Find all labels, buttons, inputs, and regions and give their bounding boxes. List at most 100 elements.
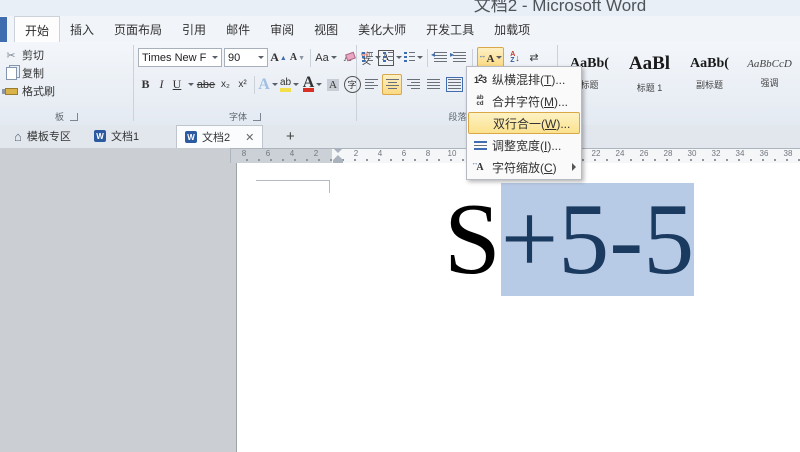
chevron-down-icon [496, 56, 503, 59]
clear-formatting-button[interactable]: A [339, 48, 356, 67]
align-right-button[interactable] [404, 75, 422, 94]
asian-layout-menu: 123 纵横混排(T)... ab cd 合并字符(M)... 双行合一(W)... 调整宽… [466, 66, 582, 180]
ribbon-tab-7[interactable]: 视图 [304, 16, 348, 42]
document-tab-3[interactable]: W 文档2 ✕ [176, 125, 264, 148]
document-tab-label: 文档2 [202, 132, 231, 144]
bullets-button[interactable] [362, 48, 381, 67]
ruler-number: 4 [289, 149, 295, 158]
numbering-button[interactable] [383, 48, 402, 67]
ribbon-tab-6[interactable]: 审阅 [260, 16, 304, 42]
style-chip[interactable]: AaBl 标题 1 [622, 46, 677, 100]
shrink-font-button[interactable]: A ▼ [289, 48, 306, 67]
dialog-launcher-icon[interactable] [253, 113, 261, 121]
ruler-number: 22 [591, 149, 601, 158]
style-preview: AaBb( [690, 55, 729, 71]
underline-button[interactable]: U [170, 75, 184, 94]
change-case-button[interactable]: Aa [315, 48, 337, 67]
selected-text[interactable]: +5-5 [500, 183, 695, 296]
distribute-button[interactable] [444, 75, 464, 94]
menu-item-2[interactable]: ab cd 合并字符(M)... [468, 90, 580, 112]
ruler-number: 36 [759, 149, 769, 158]
style-label: 标题 1 [636, 82, 663, 93]
asian-layout-icon: ↔A [478, 50, 495, 65]
ruler-number: 38 [783, 149, 793, 158]
copy-label: 复制 [22, 68, 44, 80]
character-shading-icon: A [327, 78, 339, 91]
document-tab-1[interactable]: ⌂ 模板专区 [6, 125, 79, 147]
bullet-list-icon [362, 52, 373, 63]
align-center-icon [385, 79, 399, 90]
format-painter-button[interactable]: 格式刷 [4, 83, 55, 99]
text-highlight-button[interactable]: ab [279, 75, 300, 94]
show-marks-button[interactable]: ⇄ [526, 48, 542, 67]
ribbon-tab-8[interactable]: 美化大师 [348, 16, 416, 42]
down-arrow-icon: ▼ [298, 53, 306, 62]
clipboard-group-label: 板 [0, 110, 133, 123]
document-tab-bar: ⌂ 模板专区 W 文档1 W 文档2 ✕ + [0, 125, 800, 149]
menu-item-3[interactable]: 双行合一(W)... [468, 112, 580, 134]
font-color-button[interactable]: A [302, 75, 323, 94]
ruler-number: 6 [265, 149, 271, 158]
superscript-button[interactable]: x² [235, 75, 250, 94]
new-tab-button[interactable]: + [286, 125, 295, 147]
numbered-list-icon [383, 52, 394, 63]
text-effects-button[interactable]: A [258, 75, 278, 94]
copy-button[interactable]: 复制 [4, 65, 44, 81]
chevron-down-icon [330, 56, 337, 59]
dialog-launcher-icon[interactable] [70, 113, 78, 121]
increase-indent-button[interactable]: ▸ [450, 48, 468, 67]
bold-button[interactable]: B [138, 75, 153, 94]
menu-item-4[interactable]: 调整宽度(I)... [468, 134, 580, 156]
italic-button[interactable]: I [155, 75, 168, 94]
font-group-label: 字体 [134, 110, 356, 123]
document-tab-label: 文档1 [111, 131, 140, 143]
align-left-button[interactable] [362, 75, 380, 94]
ribbon-tab-10[interactable]: 加载项 [484, 16, 540, 42]
first-line-indent-marker[interactable] [333, 148, 343, 153]
multilevel-list-button[interactable] [404, 48, 423, 67]
chevron-down-icon[interactable] [188, 83, 194, 86]
cut-button[interactable]: ✂ 剪切 [4, 47, 44, 63]
ribbon-tab-3[interactable]: 页面布局 [104, 16, 172, 42]
asian-layout-button[interactable]: ↔A [477, 47, 504, 68]
menu-item-label: 字符缩放(C) [492, 160, 557, 175]
justify-icon [426, 79, 440, 90]
font-color-icon: A [302, 74, 315, 92]
strikethrough-button[interactable]: abe [196, 75, 216, 94]
document-page[interactable]: S+5-5 [236, 163, 800, 452]
grow-font-button[interactable]: A ▲ [270, 48, 287, 67]
menu-item-label: 纵横混排(T)... [492, 72, 566, 87]
close-icon[interactable]: ✕ [245, 131, 254, 144]
font-family-combo[interactable]: Times New F [138, 48, 222, 67]
style-label: 强调 [760, 77, 779, 88]
sort-button[interactable]: AZ ↓ [506, 48, 524, 67]
justify-button[interactable] [424, 75, 442, 94]
menu-item-1[interactable]: 123 纵横混排(T)... [468, 68, 580, 90]
vertical-text-icon: 123 [473, 73, 487, 85]
style-preview: AaBl [628, 52, 671, 74]
style-chip[interactable]: AaBb(副标题 [682, 46, 737, 100]
eraser-icon: A [343, 51, 352, 64]
ribbon-tab-2[interactable]: 插入 [60, 16, 104, 42]
style-preview: AaBbCcD [747, 57, 792, 70]
decrease-indent-button[interactable]: ◂ [431, 48, 449, 67]
ribbon-tab-4[interactable]: 引用 [172, 16, 216, 42]
indent-markers[interactable] [333, 148, 343, 163]
align-center-button[interactable] [382, 74, 402, 95]
menu-item-5[interactable]: ↔ A 字符缩放(C) [468, 156, 580, 178]
file-menu-fragment[interactable] [0, 17, 7, 42]
align-left-icon [364, 79, 378, 90]
ruler-number: 6 [401, 149, 407, 158]
ruler-number: 28 [663, 149, 673, 158]
style-chip[interactable]: AaBbCcD 强调 [742, 46, 797, 100]
ruler-number: 26 [639, 149, 649, 158]
font-size-combo[interactable]: 90 [224, 48, 268, 67]
character-shading-button[interactable]: A [325, 75, 341, 94]
document-tab-2[interactable]: W 文档1 [86, 125, 147, 147]
chevron-down-icon [271, 83, 278, 86]
ribbon-tab-9[interactable]: 开发工具 [416, 16, 484, 42]
ribbon-tab-1[interactable]: 开始 [14, 16, 61, 43]
subscript-button[interactable]: x₂ [218, 75, 233, 94]
ribbon-tab-5[interactable]: 邮件 [216, 16, 260, 42]
chevron-down-icon [375, 56, 381, 59]
